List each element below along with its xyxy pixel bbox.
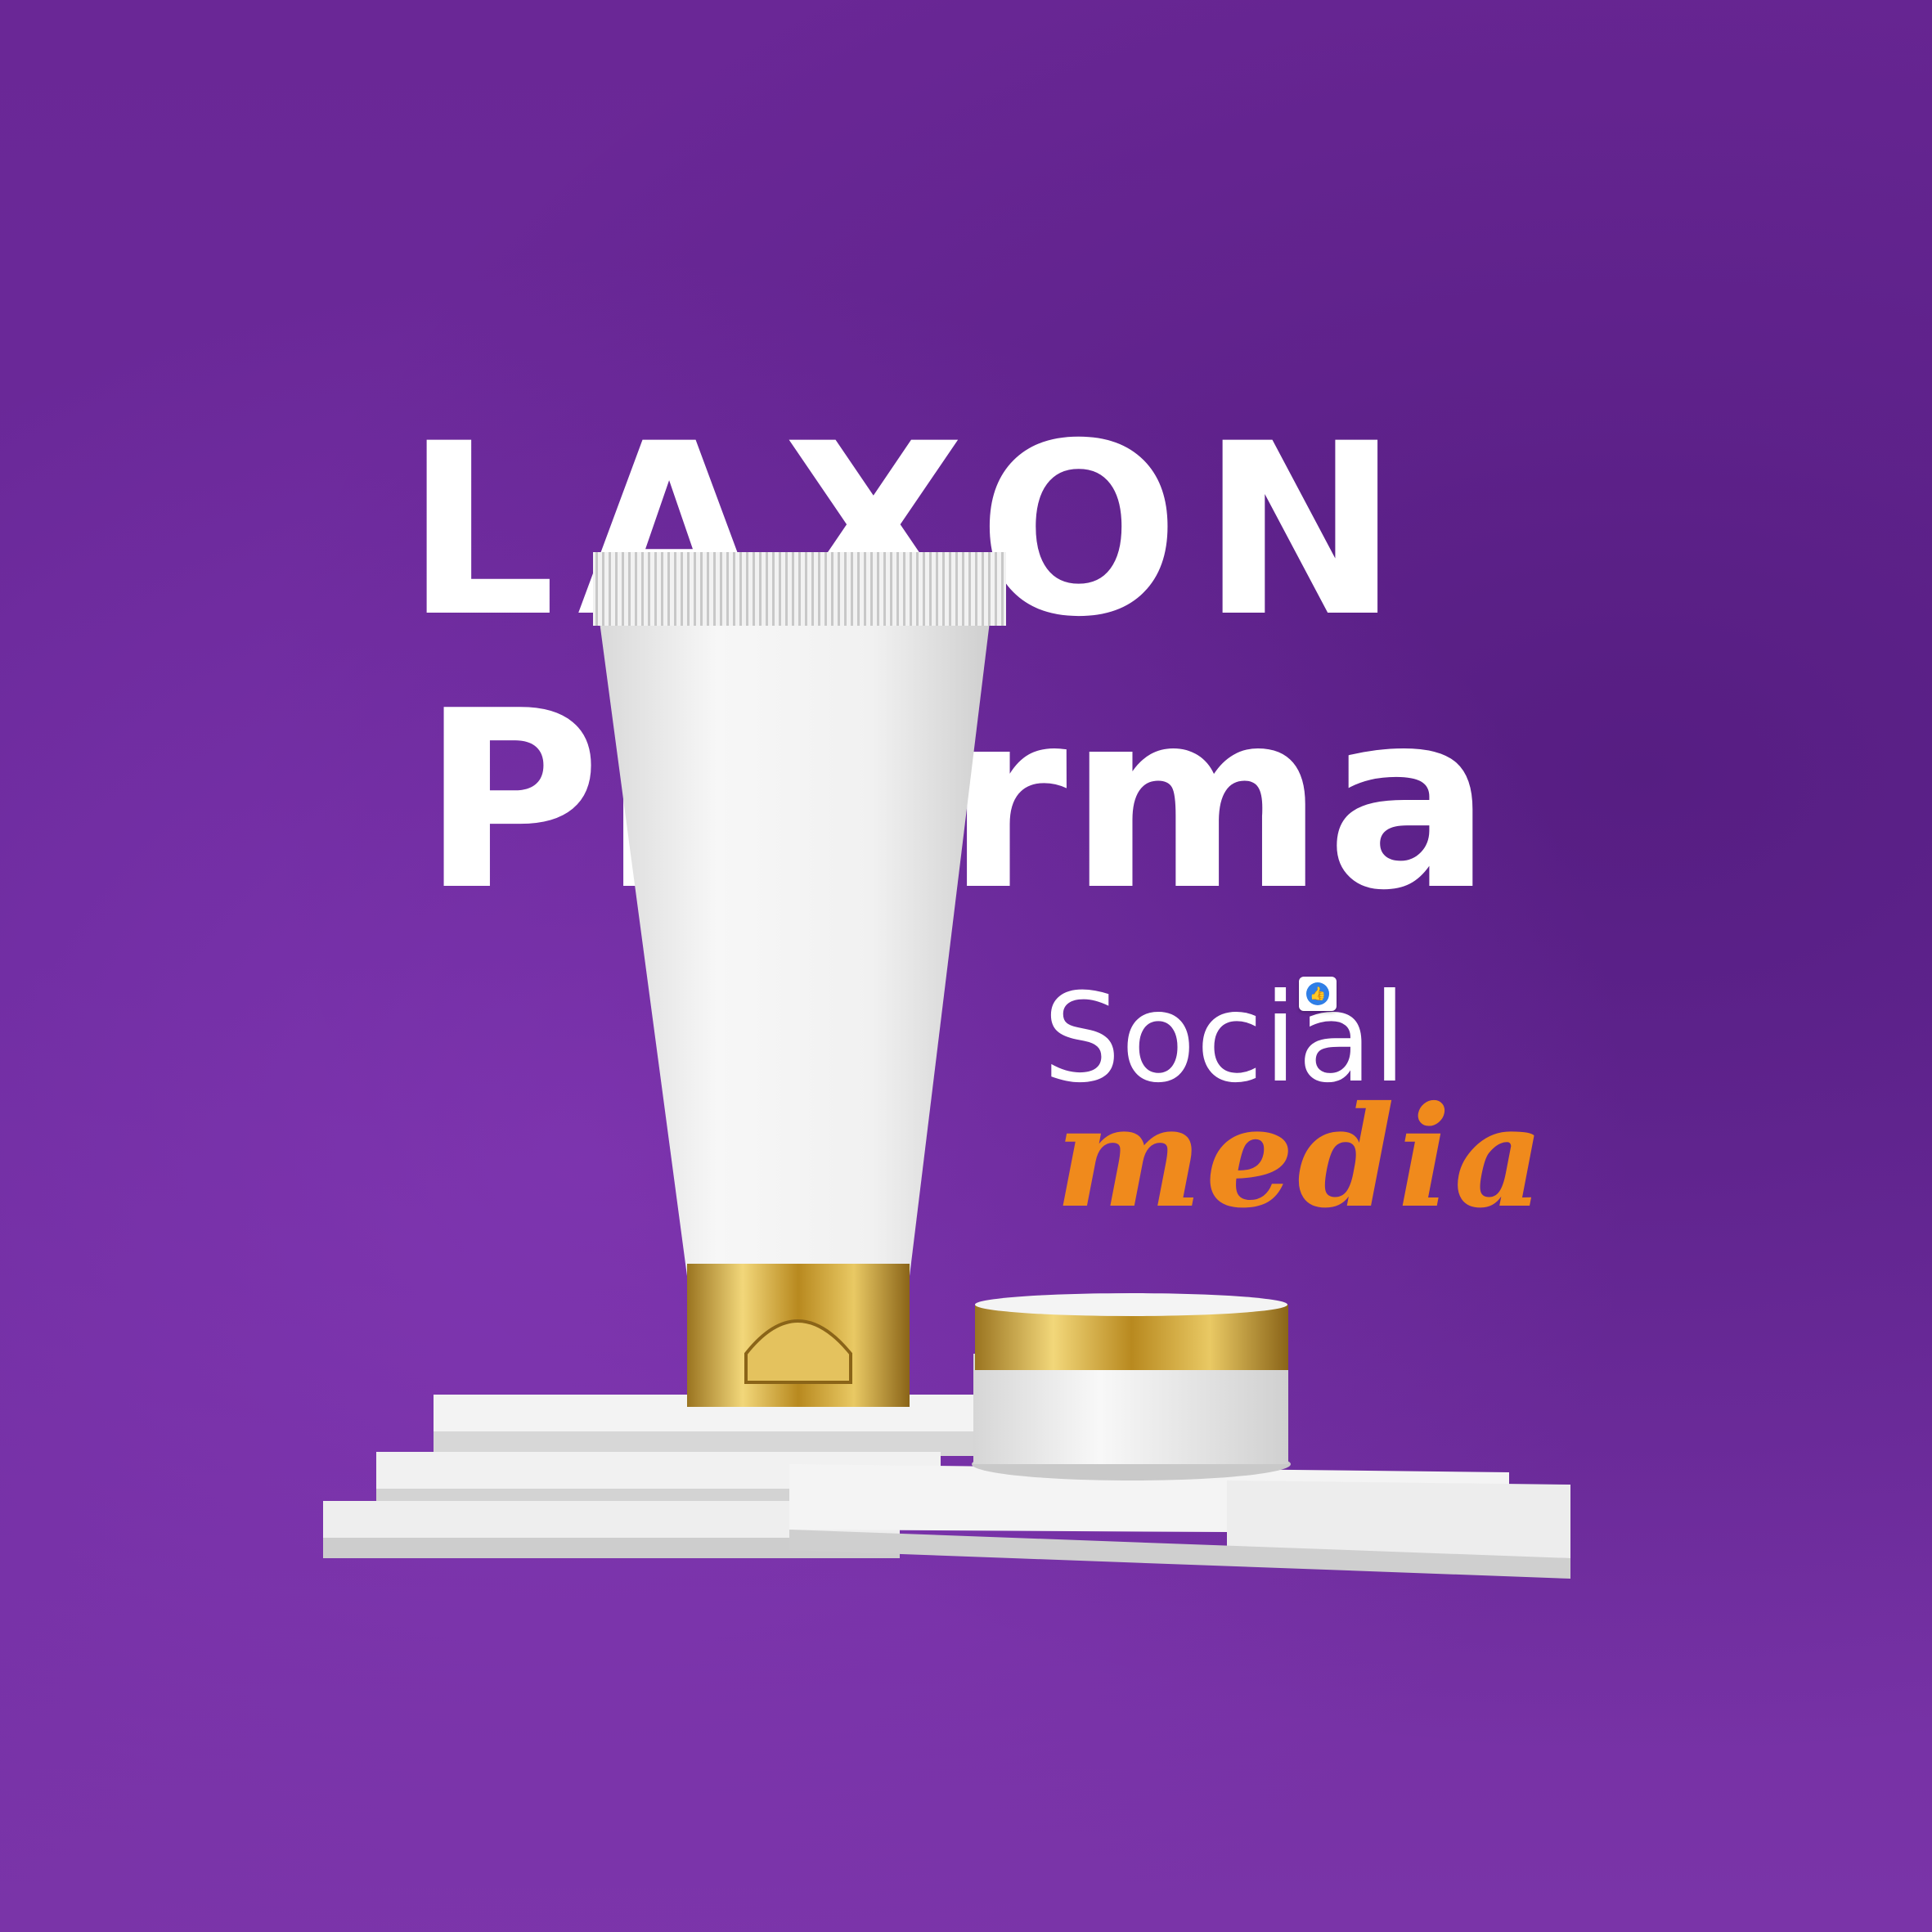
tagline-media: media [1055, 1076, 1548, 1239]
like-badge: 👍 [1299, 977, 1337, 1011]
cream-tube [593, 552, 1006, 1407]
product-illustration [323, 552, 1570, 1579]
thumbs-up-icon: 👍 [1306, 982, 1329, 1005]
podium [323, 1395, 1570, 1579]
poster: LAXON Pharma [0, 0, 1932, 1932]
cream-jar [972, 1293, 1291, 1480]
